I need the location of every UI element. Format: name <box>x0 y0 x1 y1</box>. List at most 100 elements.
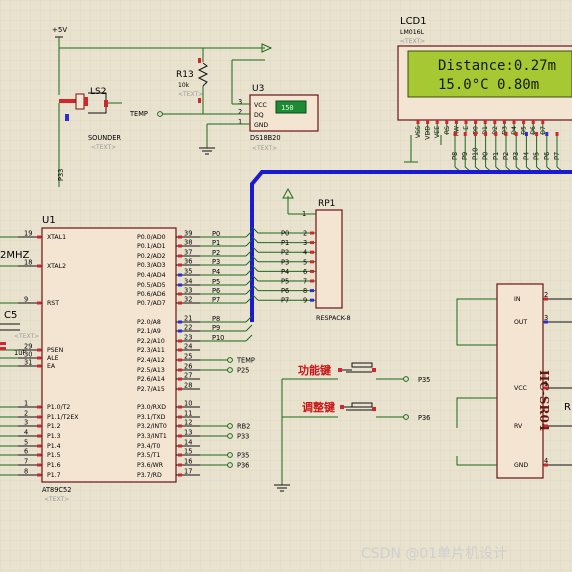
mcu-net-P36: P36 <box>237 462 249 470</box>
button-function-label: 功能键 <box>298 363 332 377</box>
mcu-left-label-30: ALE <box>47 355 59 362</box>
mcu-right-pin-13: 13 <box>184 429 192 437</box>
mcu-net-P9: P9 <box>212 324 220 332</box>
mcu-left-label-5: P1.4 <box>47 443 61 450</box>
mcu-net-P35: P35 <box>237 452 249 460</box>
mcu-left-pin-31: 31 <box>24 359 32 367</box>
buzzer-net: P33 <box>57 169 65 181</box>
mcu-right-pin-17: 17 <box>184 468 192 476</box>
sensor-pin-gnd: GND <box>254 122 268 129</box>
mcu-left-label-3: P1.2 <box>47 423 61 430</box>
mcu-right-pin-24: 24 <box>184 343 192 351</box>
mcu-left-pin-7: 7 <box>24 458 28 466</box>
mcu-right-label-26: P2.5/A13 <box>137 367 165 374</box>
buzzer-tag: <TEXT> <box>91 144 116 151</box>
mcu-right-pin-15: 15 <box>184 448 192 456</box>
rp1-net-P7: P7 <box>281 297 289 305</box>
mcu-right-label-23: P2.2/A10 <box>137 338 165 345</box>
mcu-net-P10: P10 <box>212 334 224 342</box>
mcu-right-pin-12: 12 <box>184 419 192 427</box>
right-edge-ref: R <box>564 402 571 413</box>
lcd-line-1: Distance:0.27m <box>438 58 556 74</box>
mcu-right-label-16: P3.6/WR <box>137 462 164 469</box>
lcd-tag: <TEXT> <box>400 38 425 45</box>
schematic-canvas: +5V LS2 SOUNDER <TEXT> P33 R13 10k <TEXT… <box>0 0 572 572</box>
sensor-pin-vcc: VCC <box>254 102 267 109</box>
r13-tag: <TEXT> <box>178 91 203 98</box>
mcu-net-P5: P5 <box>212 278 220 286</box>
mcu-right-label-24: P2.3/A11 <box>137 347 165 354</box>
rp1-net-P2: P2 <box>281 249 289 257</box>
mcu-right-label-15: P3.5/T1 <box>137 452 160 459</box>
mcu-left-label-1: P1.0/T2 <box>47 404 70 411</box>
mcu-right-pin-33: 33 <box>184 287 192 295</box>
lcd-ref: LCD1 <box>400 16 427 27</box>
mcu-right-pin-14: 14 <box>184 439 192 447</box>
mcu-net-P25: P25 <box>237 367 249 375</box>
mcu-left-pin-5: 5 <box>24 439 28 447</box>
mcu-right-pin-26: 26 <box>184 363 192 371</box>
mcu-right-pin-38: 38 <box>184 239 192 247</box>
rp1-part: RESPACK-8 <box>316 314 351 322</box>
buzzer-ref: LS2 <box>90 87 106 97</box>
watermark: CSDN @01单片机设计 <box>361 546 507 562</box>
mcu-right-label-12: P3.2/INT0 <box>137 423 167 430</box>
buzzer-value: SOUNDER <box>88 134 121 142</box>
mcu-right-pin-25: 25 <box>184 353 192 361</box>
mcu-net-P1: P1 <box>212 239 220 247</box>
sensor-display: 150 <box>281 104 294 112</box>
rp1-pin-5: 5 <box>303 258 307 266</box>
ultrasonic-pin-RV: RV <box>514 423 523 430</box>
rp1-pin-4: 4 <box>303 249 307 257</box>
mcu-left-label-18: XTAL2 <box>47 263 66 270</box>
sensor-pin-dq: DQ <box>254 112 264 119</box>
mcu-net-P33: P33 <box>237 433 249 441</box>
vcc-label: +5V <box>52 26 67 34</box>
mcu-right-label-35: P0.4/AD4 <box>137 272 166 279</box>
mcu-right-pin-39: 39 <box>184 230 192 238</box>
mcu-right-label-17: P3.7/RD <box>137 472 162 479</box>
mcu-left-pin-2: 2 <box>24 410 28 418</box>
button-adjust-net: P36 <box>418 414 430 422</box>
mcu-right-pin-35: 35 <box>184 268 192 276</box>
mcu-left-pin-4: 4 <box>24 429 28 437</box>
rp1-net-P5: P5 <box>281 278 289 286</box>
mcu-right-pin-28: 28 <box>184 382 192 390</box>
mcu-net-P3: P3 <box>212 258 220 266</box>
ultrasonic-pin-GND: GND <box>514 462 528 469</box>
mcu-right-label-27: P2.6/A14 <box>137 376 165 383</box>
button-function-net: P35 <box>418 376 430 384</box>
mcu-net-P0: P0 <box>212 230 220 238</box>
mcu-right-pin-22: 22 <box>184 324 192 332</box>
rp1-net-P6: P6 <box>281 287 289 295</box>
ultrasonic-pinnum-VCC: 1 <box>544 380 548 388</box>
mcu-right-pin-36: 36 <box>184 258 192 266</box>
temp-net: TEMP <box>129 110 148 118</box>
mcu-right-label-14: P3.4/T0 <box>137 443 160 450</box>
ultrasonic-pinnum-IN: 2 <box>544 291 548 299</box>
mcu-tag: <TEXT> <box>44 496 69 503</box>
mcu-right-label-38: P0.1/AD1 <box>137 243 166 250</box>
ultrasonic-pin-VCC: VCC <box>514 385 527 392</box>
mcu-ref: U1 <box>42 215 56 226</box>
mcu-left-label-31: EA <box>47 363 56 370</box>
r13-value: 10k <box>178 82 190 89</box>
c5-ref: C5 <box>4 310 17 321</box>
mcu-right-pin-10: 10 <box>184 400 192 408</box>
mcu-right-label-34: P0.5/AD5 <box>137 282 166 289</box>
rp1-net-P4: P4 <box>281 268 289 276</box>
rp1-pin-8: 8 <box>303 287 307 295</box>
mcu-net-RB2: RB2 <box>237 423 250 431</box>
svg-text:2: 2 <box>238 108 242 116</box>
mcu-net-P4: P4 <box>212 268 220 276</box>
ultrasonic-pinnum-OUT: 3 <box>544 314 548 322</box>
ultrasonic-pin-IN: IN <box>514 296 521 303</box>
mcu-right-label-25: P2.4/A12 <box>137 357 165 364</box>
mcu-right-pin-23: 23 <box>184 334 192 342</box>
rp1-pin-3: 3 <box>303 239 307 247</box>
mcu-right-label-28: P2.7/A15 <box>137 386 165 393</box>
mcu-left-pin-1: 1 <box>24 400 28 408</box>
mcu-left-label-4: P1.3 <box>47 433 61 440</box>
rp1-pin-9: 9 <box>303 297 307 305</box>
mcu-net-P8: P8 <box>212 315 220 323</box>
